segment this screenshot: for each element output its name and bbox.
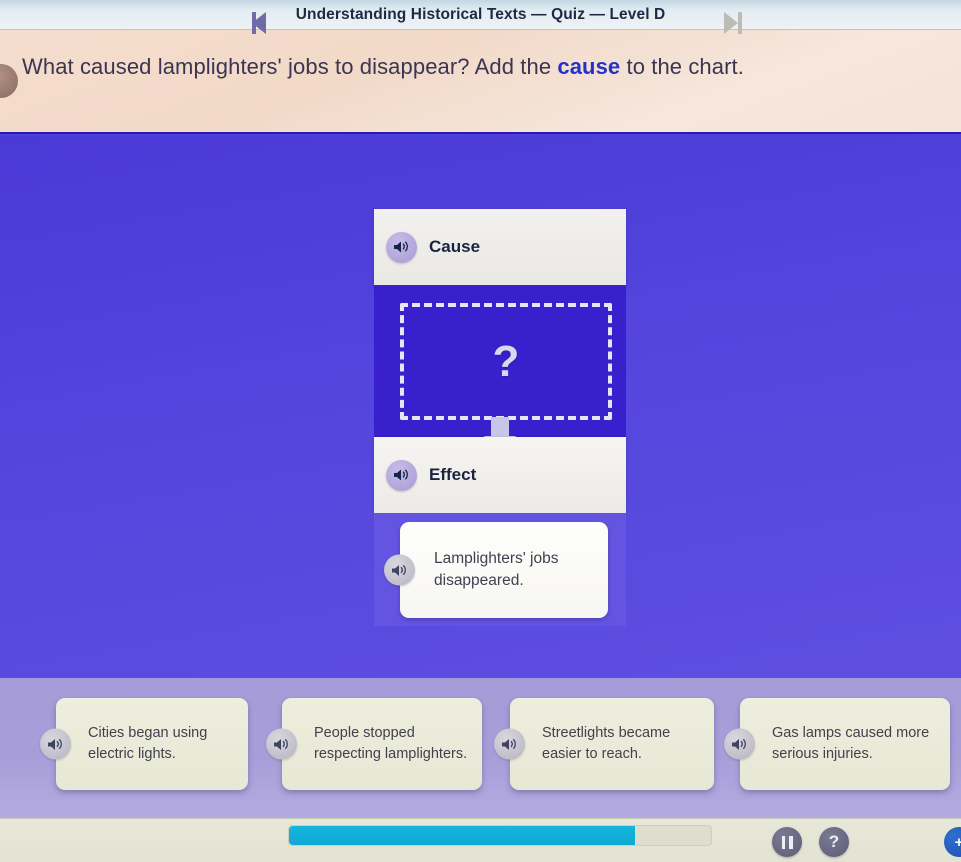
skip-previous-icon[interactable] bbox=[252, 12, 266, 34]
question-prompt-highlight: cause bbox=[557, 54, 621, 79]
skip-next-icon[interactable] bbox=[724, 12, 742, 34]
speaker-icon[interactable] bbox=[384, 554, 415, 586]
progress-slider[interactable] bbox=[288, 825, 712, 846]
help-icon: ? bbox=[828, 832, 840, 851]
answer-option-0[interactable]: Cities began using electric lights. bbox=[40, 698, 248, 790]
title-bar: Understanding Historical Texts — Quiz — … bbox=[0, 0, 961, 30]
progress-fill bbox=[289, 826, 636, 845]
dropzone-placeholder: ? bbox=[492, 336, 520, 386]
answer-option-2[interactable]: Streetlights became easier to reach. bbox=[494, 698, 714, 790]
answer-option-3[interactable]: Gas lamps caused more serious injuries. bbox=[724, 698, 950, 790]
speaker-icon[interactable] bbox=[266, 728, 297, 760]
question-speaker-icon[interactable] bbox=[0, 64, 18, 98]
speaker-icon[interactable] bbox=[494, 728, 525, 760]
question-prompt: What caused lamplighters' jobs to disapp… bbox=[22, 48, 902, 85]
cause-panel: ? bbox=[374, 285, 626, 454]
effect-label: Effect bbox=[429, 465, 477, 484]
speaker-icon[interactable] bbox=[724, 728, 755, 760]
page-title: Understanding Historical Texts — Quiz — … bbox=[295, 5, 666, 23]
help-button[interactable]: ? bbox=[819, 827, 849, 857]
quiz-app: Understanding Historical Texts — Quiz — … bbox=[0, 0, 961, 862]
question-prompt-prefix: What caused lamplighters' jobs to disapp… bbox=[22, 54, 558, 79]
answer-option-label: Streetlights became easier to reach. bbox=[542, 725, 671, 762]
answer-tray: Cities began using electric lights. Peop… bbox=[0, 678, 961, 818]
cause-header: Cause bbox=[374, 209, 626, 285]
effect-panel: Lamplighters' jobs disappeared. bbox=[374, 513, 626, 626]
cause-label: Cause bbox=[429, 237, 481, 256]
question-prompt-suffix: to the chart. bbox=[620, 54, 744, 79]
speaker-icon[interactable] bbox=[386, 231, 417, 263]
speaker-icon[interactable] bbox=[386, 459, 417, 491]
edge-action-icon: + bbox=[954, 833, 961, 851]
cause-dropzone[interactable]: ? bbox=[400, 303, 612, 420]
answer-option-label: Gas lamps caused more serious injuries. bbox=[772, 725, 930, 762]
cause-effect-chart: Cause ? Effect Lamplighters' jobs disapp… bbox=[374, 209, 626, 626]
answer-option-label: People stopped respecting lamplighters. bbox=[314, 725, 468, 762]
question-banner: What caused lamplighters' jobs to disapp… bbox=[0, 30, 961, 134]
effect-card-text: Lamplighters' jobs disappeared. bbox=[434, 550, 559, 589]
pause-button[interactable] bbox=[772, 827, 802, 857]
pause-icon bbox=[781, 835, 793, 849]
effect-card[interactable]: Lamplighters' jobs disappeared. bbox=[384, 522, 608, 618]
effect-header: Effect bbox=[374, 437, 626, 513]
answer-option-1[interactable]: People stopped respecting lamplighters. bbox=[266, 698, 482, 790]
answer-option-label: Cities began using electric lights. bbox=[88, 725, 208, 762]
speaker-icon[interactable] bbox=[40, 728, 71, 760]
